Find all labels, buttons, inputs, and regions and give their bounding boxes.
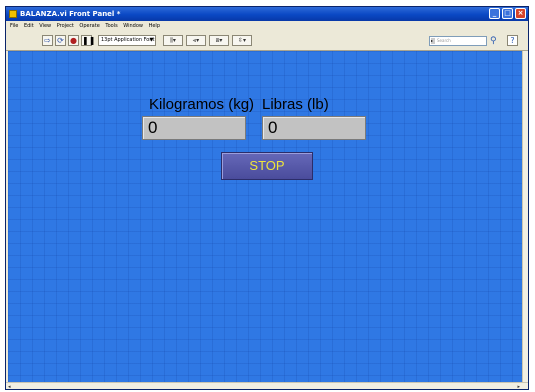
vi-icon	[9, 10, 17, 18]
toolbar: ⇨ ⟳ ● ❚❚ 13pt Application Font ▼ ⫼▾ ⫷▾ ⧈…	[6, 31, 528, 51]
window-title: BALANZA.vi Front Panel *	[20, 10, 121, 18]
search-scope-icon[interactable]: ▸	[431, 38, 435, 44]
scroll-right-icon[interactable]: ▸	[517, 383, 520, 389]
lb-label: Libras (lb)	[262, 96, 329, 113]
reorder-icon[interactable]: ⇳▾	[232, 35, 252, 46]
menu-tools[interactable]: Tools	[105, 21, 117, 31]
search-input[interactable]: ▸ Search	[429, 36, 487, 46]
window-controls: _ □ ×	[487, 8, 526, 20]
title-bar: BALANZA.vi Front Panel * _ □ ×	[6, 7, 528, 21]
resize-objects-icon[interactable]: ⧈▾	[209, 35, 229, 46]
kg-label: Kilogramos (kg)	[149, 96, 255, 113]
pause-icon[interactable]: ❚❚	[81, 35, 95, 46]
lb-indicator: 0	[262, 116, 366, 140]
chevron-down-icon: ▼	[149, 37, 154, 43]
menu-edit[interactable]: Edit	[24, 21, 34, 31]
abort-icon[interactable]: ●	[68, 35, 79, 46]
run-arrow-icon[interactable]: ⇨	[42, 35, 53, 46]
stop-button[interactable]: STOP	[221, 152, 313, 180]
kg-indicator: 0	[142, 116, 246, 140]
horizontal-scrollbar[interactable]: ◂ ▸	[6, 382, 528, 389]
menu-help[interactable]: Help	[149, 21, 160, 31]
maximize-button[interactable]: □	[502, 8, 513, 19]
font-dropdown-value: 13pt Application Font	[101, 37, 155, 43]
vertical-scrollbar[interactable]	[522, 51, 528, 382]
menu-view[interactable]: View	[39, 21, 51, 31]
menu-operate[interactable]: Operate	[79, 21, 99, 31]
font-dropdown[interactable]: 13pt Application Font ▼	[98, 35, 156, 46]
close-button[interactable]: ×	[515, 8, 526, 19]
search-placeholder: Search	[437, 38, 451, 43]
front-panel: Kilogramos (kg) 0 Libras (lb) 0 STOP	[8, 51, 522, 382]
menu-bar: File Edit View Project Operate Tools Win…	[6, 21, 528, 31]
run-continuously-icon[interactable]: ⟳	[55, 35, 66, 46]
menu-file[interactable]: File	[10, 21, 18, 31]
minimize-button[interactable]: _	[489, 8, 500, 19]
distribute-objects-icon[interactable]: ⫷▾	[186, 35, 206, 46]
menu-project[interactable]: Project	[57, 21, 74, 31]
menu-window[interactable]: Window	[123, 21, 143, 31]
scroll-left-icon[interactable]: ◂	[8, 383, 11, 389]
search-icon[interactable]: ⚲	[490, 35, 502, 47]
align-objects-icon[interactable]: ⫼▾	[163, 35, 183, 46]
help-button[interactable]: ?	[507, 35, 518, 46]
labview-window: BALANZA.vi Front Panel * _ □ × File Edit V…	[5, 6, 529, 390]
